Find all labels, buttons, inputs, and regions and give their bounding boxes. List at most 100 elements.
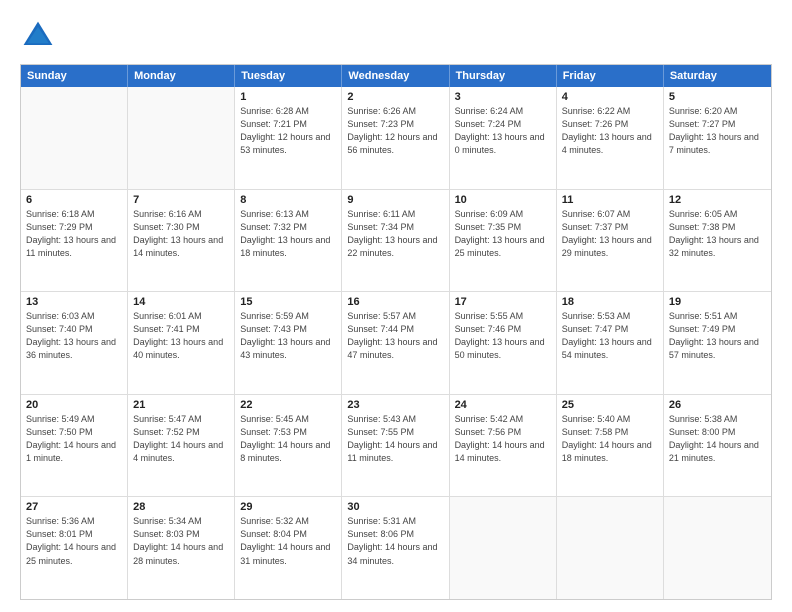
daylight-text: Daylight: 14 hours and 14 minutes. (455, 440, 545, 463)
header (20, 18, 772, 54)
sunrise-text: Sunrise: 6:03 AM (26, 311, 95, 321)
cell-sun-info: Sunrise: 5:45 AMSunset: 7:53 PMDaylight:… (240, 413, 336, 465)
sunrise-text: Sunrise: 6:07 AM (562, 209, 631, 219)
calendar-day-24: 24Sunrise: 5:42 AMSunset: 7:56 PMDayligh… (450, 395, 557, 497)
sunset-text: Sunset: 8:01 PM (26, 529, 93, 539)
sunrise-text: Sunrise: 6:16 AM (133, 209, 202, 219)
sunset-text: Sunset: 7:38 PM (669, 222, 736, 232)
weekday-header-sunday: Sunday (21, 65, 128, 87)
weekday-header-saturday: Saturday (664, 65, 771, 87)
cell-sun-info: Sunrise: 6:20 AMSunset: 7:27 PMDaylight:… (669, 105, 766, 157)
calendar-day-21: 21Sunrise: 5:47 AMSunset: 7:52 PMDayligh… (128, 395, 235, 497)
cell-sun-info: Sunrise: 5:49 AMSunset: 7:50 PMDaylight:… (26, 413, 122, 465)
calendar-day-7: 7Sunrise: 6:16 AMSunset: 7:30 PMDaylight… (128, 190, 235, 292)
cell-sun-info: Sunrise: 6:22 AMSunset: 7:26 PMDaylight:… (562, 105, 658, 157)
calendar-day-13: 13 Sunrise: 6:03 AMSunset: 7:40 PMDayligh… (21, 292, 128, 394)
daylight-text: Daylight: 13 hours and 0 minutes. (455, 132, 545, 155)
day-number: 27 (26, 501, 122, 513)
cell-sun-info: Sunrise: 5:51 AMSunset: 7:49 PMDaylight:… (669, 310, 766, 362)
daylight-text: Daylight: 13 hours and 18 minutes. (240, 235, 330, 258)
calendar: SundayMondayTuesdayWednesdayThursdayFrid… (20, 64, 772, 600)
weekday-header-tuesday: Tuesday (235, 65, 342, 87)
daylight-text: Daylight: 13 hours and 11 minutes. (26, 235, 116, 258)
calendar-row-2: 13 Sunrise: 6:03 AMSunset: 7:40 PMDayligh… (21, 292, 771, 395)
sunrise-text: Sunrise: 5:34 AM (133, 516, 202, 526)
sunset-text: Sunset: 7:52 PM (133, 427, 200, 437)
weekday-header-friday: Friday (557, 65, 664, 87)
calendar-day-22: 22Sunrise: 5:45 AMSunset: 7:53 PMDayligh… (235, 395, 342, 497)
calendar-row-4: 27Sunrise: 5:36 AMSunset: 8:01 PMDayligh… (21, 497, 771, 599)
cell-sun-info: Sunrise: 5:53 AMSunset: 7:47 PMDaylight:… (562, 310, 658, 362)
daylight-text: Daylight: 14 hours and 4 minutes. (133, 440, 223, 463)
sunset-text: Sunset: 8:00 PM (669, 427, 736, 437)
daylight-text: Daylight: 13 hours and 57 minutes. (669, 337, 759, 360)
logo-icon (20, 18, 56, 54)
day-number: 13 (26, 296, 122, 308)
sunset-text: Sunset: 7:21 PM (240, 119, 307, 129)
sunrise-text: Sunrise: 5:42 AM (455, 414, 524, 424)
sunrise-text: Sunrise: 6:28 AM (240, 106, 309, 116)
sunset-text: Sunset: 7:41 PM (133, 324, 200, 334)
cell-sun-info: Sunrise: 6:11 AMSunset: 7:34 PMDaylight:… (347, 208, 443, 260)
sunset-text: Sunset: 7:32 PM (240, 222, 307, 232)
sunrise-text: Sunrise: 6:13 AM (240, 209, 309, 219)
calendar-day-27: 27Sunrise: 5:36 AMSunset: 8:01 PMDayligh… (21, 497, 128, 599)
daylight-text: Daylight: 14 hours and 21 minutes. (669, 440, 759, 463)
daylight-text: Daylight: 12 hours and 56 minutes. (347, 132, 437, 155)
daylight-text: Daylight: 14 hours and 11 minutes. (347, 440, 437, 463)
calendar-day-14: 14Sunrise: 6:01 AMSunset: 7:41 PMDayligh… (128, 292, 235, 394)
day-number: 23 (347, 399, 443, 411)
sunrise-text: Sunrise: 5:53 AM (562, 311, 631, 321)
sunset-text: Sunset: 7:24 PM (455, 119, 522, 129)
cell-sun-info: Sunrise: 5:59 AMSunset: 7:43 PMDaylight:… (240, 310, 336, 362)
page: SundayMondayTuesdayWednesdayThursdayFrid… (0, 0, 792, 612)
sunset-text: Sunset: 7:30 PM (133, 222, 200, 232)
calendar-day-4: 4Sunrise: 6:22 AMSunset: 7:26 PMDaylight… (557, 87, 664, 189)
day-number: 5 (669, 91, 766, 103)
cell-sun-info: Sunrise: 5:32 AMSunset: 8:04 PMDaylight:… (240, 515, 336, 567)
calendar-day-9: 9 Sunrise: 6:11 AMSunset: 7:34 PMDaylight… (342, 190, 449, 292)
cell-sun-info: Sunrise: 6:03 AMSunset: 7:40 PMDaylight:… (26, 310, 122, 362)
daylight-text: Daylight: 13 hours and 7 minutes. (669, 132, 759, 155)
sunrise-text: Sunrise: 5:55 AM (455, 311, 524, 321)
calendar-row-3: 20 Sunrise: 5:49 AMSunset: 7:50 PMDayligh… (21, 395, 771, 498)
sunset-text: Sunset: 7:29 PM (26, 222, 93, 232)
day-number: 1 (240, 91, 336, 103)
sunset-text: Sunset: 7:43 PM (240, 324, 307, 334)
day-number: 20 (26, 399, 122, 411)
cell-sun-info: Sunrise: 6:26 AMSunset: 7:23 PMDaylight:… (347, 105, 443, 157)
day-number: 14 (133, 296, 229, 308)
day-number: 9 (347, 194, 443, 206)
calendar-day-11: 11Sunrise: 6:07 AMSunset: 7:37 PMDayligh… (557, 190, 664, 292)
cell-sun-info: Sunrise: 5:47 AM Sunset: 7:52 PM Daylight:… (133, 413, 229, 465)
cell-sun-info: Sunrise: 5:34 AMSunset: 8:03 PMDaylight:… (133, 515, 229, 567)
sunset-text: Sunset: 7:35 PM (455, 222, 522, 232)
cell-sun-info: Sunrise: 6:16 AM Sunset: 7:30 PM Daylight:… (133, 208, 229, 260)
sunset-text: Sunset: 7:26 PM (562, 119, 629, 129)
sunrise-text: Sunrise: 5:47 AM (133, 414, 202, 424)
day-number: 4 (562, 91, 658, 103)
calendar-row-1: 6Sunrise: 6:18 AMSunset: 7:29 PMDaylight… (21, 190, 771, 293)
cell-sun-info: Sunrise: 5:38 AMSunset: 8:00 PMDaylight:… (669, 413, 766, 465)
daylight-text: Daylight: 13 hours and 14 minutes. (133, 235, 223, 258)
day-number: 18 (562, 296, 658, 308)
cell-sun-info: Sunrise: 6:24 AMSunset: 7:24 PMDaylight:… (455, 105, 551, 157)
sunrise-text: Sunrise: 6:22 AM (562, 106, 631, 116)
sunrise-text: Sunrise: 5:43 AM (347, 414, 416, 424)
sunrise-text: Sunrise: 5:51 AM (669, 311, 738, 321)
daylight-text: Daylight: 13 hours and 40 minutes. (133, 337, 223, 360)
cell-sun-info: Sunrise: 6:18 AMSunset: 7:29 PMDaylight:… (26, 208, 122, 260)
calendar-row-0: 1 Sunrise: 6:28 AM Sunset: 7:21 PM Daylight… (21, 87, 771, 190)
day-number: 17 (455, 296, 551, 308)
cell-sun-info: Sunrise: 5:55 AMSunset: 7:46 PMDaylight:… (455, 310, 551, 362)
cell-sun-info: Sunrise: 5:42 AMSunset: 7:56 PMDaylight:… (455, 413, 551, 465)
day-number: 11 (562, 194, 658, 206)
sunrise-text: Sunrise: 6:20 AM (669, 106, 738, 116)
sunset-text: Sunset: 7:47 PM (562, 324, 629, 334)
calendar-day-6: 6Sunrise: 6:18 AMSunset: 7:29 PMDaylight… (21, 190, 128, 292)
sunset-text: Sunset: 8:06 PM (347, 529, 414, 539)
daylight-text: Daylight: 14 hours and 18 minutes. (562, 440, 652, 463)
cell-sun-info: Sunrise: 5:57 AMSunset: 7:44 PMDaylight:… (347, 310, 443, 362)
calendar-day-30: 30Sunrise: 5:31 AMSunset: 8:06 PMDayligh… (342, 497, 449, 599)
daylight-text: Daylight: 14 hours and 25 minutes. (26, 542, 116, 565)
